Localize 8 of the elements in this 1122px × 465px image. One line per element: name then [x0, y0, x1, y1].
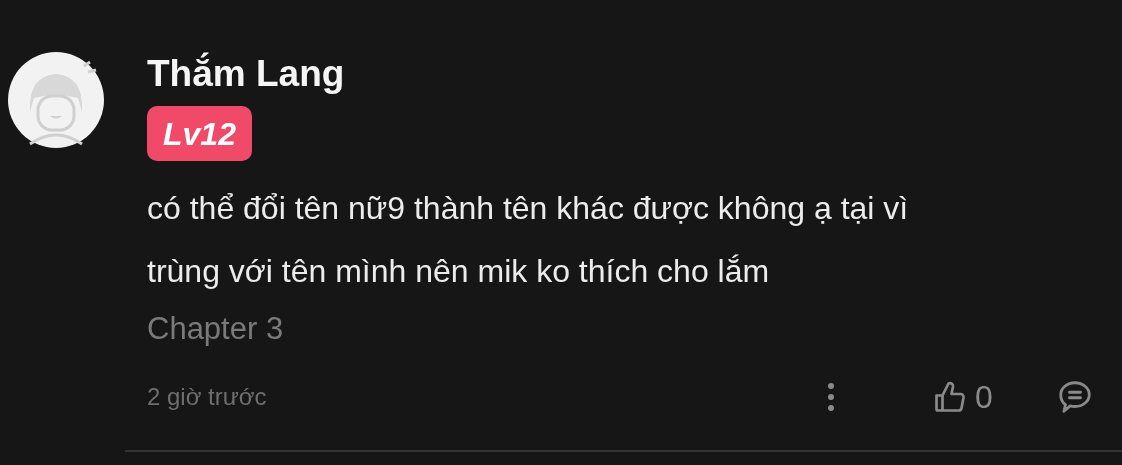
chapter-label[interactable]: Chapter 3 [147, 309, 284, 349]
level-badge: Lv12 [147, 106, 252, 161]
timestamp: 2 giờ trước [147, 382, 268, 412]
comment-text: có thể đổi tên nữ9 thành tên khác được không ạ tại vì trùng với tên mình nên mik ko thích cho lắm [147, 189, 910, 291]
more-icon[interactable] [827, 382, 835, 412]
avatar-icon [8, 52, 104, 148]
like-button[interactable]: 0 [931, 373, 993, 421]
author-name[interactable]: Thắm Lang [147, 52, 345, 96]
